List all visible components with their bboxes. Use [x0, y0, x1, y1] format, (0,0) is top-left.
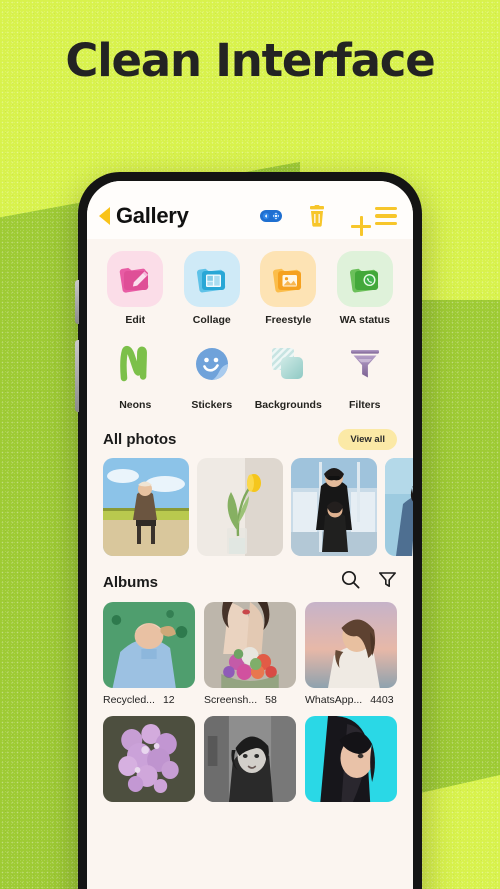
- back-triangle-icon[interactable]: [99, 207, 110, 225]
- album-thumbnail: [305, 602, 397, 688]
- trash-icon[interactable]: [307, 205, 327, 227]
- album-name: WhatsApp...: [305, 694, 363, 706]
- tool-wa-status[interactable]: WA status: [327, 251, 404, 326]
- photo-thumb[interactable]: [103, 458, 189, 556]
- album-thumbnail: [103, 602, 195, 688]
- whatsapp-folder-icon: [336, 251, 393, 307]
- albums-header: Albums: [87, 556, 413, 602]
- view-all-button[interactable]: View all: [338, 429, 397, 450]
- tool-neons[interactable]: Neons: [97, 336, 174, 411]
- album-item[interactable]: [103, 716, 195, 808]
- album-item[interactable]: [204, 716, 296, 808]
- album-meta: [305, 802, 397, 808]
- tool-label: Filters: [348, 399, 381, 411]
- album-item[interactable]: [305, 716, 397, 808]
- section-title: All photos: [103, 431, 177, 448]
- filter-icon[interactable]: [378, 570, 397, 594]
- tools-grid: Edit Collage Freestyle WA status Neons S…: [87, 239, 413, 415]
- albums-grid: Recycled... 12 Screensh... 58 WhatsApp..…: [87, 602, 413, 818]
- app-scroll-body[interactable]: Edit Collage Freestyle WA status Neons S…: [87, 239, 413, 889]
- album-meta: WhatsApp... 4403: [305, 688, 397, 706]
- header-actions: [259, 205, 397, 227]
- tool-backgrounds[interactable]: Backgrounds: [250, 336, 327, 411]
- edit-folder-icon: [107, 251, 164, 307]
- phone-mockup: Gallery Edit Collage Freestyle WA status…: [75, 172, 422, 889]
- app-header: Gallery: [87, 181, 413, 239]
- album-meta: Recycled... 12: [103, 688, 195, 706]
- tool-label: Stickers: [191, 399, 233, 411]
- album-item[interactable]: Recycled... 12: [103, 602, 195, 706]
- album-meta: Screensh... 58: [204, 688, 296, 706]
- album-thumbnail: [103, 716, 195, 802]
- photo-thumb[interactable]: [385, 458, 413, 556]
- tool-label: Edit: [125, 314, 146, 326]
- poster-headline: Clean Interface: [65, 34, 435, 87]
- hamburger-menu-icon[interactable]: [375, 206, 397, 226]
- tool-label: Collage: [192, 314, 231, 326]
- album-meta: [204, 802, 296, 808]
- tool-label: Backgrounds: [254, 399, 322, 411]
- tool-freestyle[interactable]: Freestyle: [250, 251, 327, 326]
- all-photos-strip[interactable]: [87, 458, 413, 556]
- tool-label: Neons: [119, 399, 152, 411]
- album-meta: [103, 802, 195, 808]
- sticker-smiley-icon: [184, 336, 240, 392]
- albums-header-tools: [341, 570, 397, 594]
- photo-thumb[interactable]: [291, 458, 377, 556]
- album-item[interactable]: Screensh... 58: [204, 602, 296, 706]
- poster: Clean Interface Gallery Edit Collage Fre…: [0, 0, 500, 889]
- album-thumbnail: [204, 716, 296, 802]
- photo-thumb[interactable]: [197, 458, 283, 556]
- page-title: Gallery: [116, 203, 189, 228]
- freestyle-folder-icon: [260, 251, 317, 307]
- tool-filters[interactable]: Filters: [327, 336, 404, 411]
- search-icon[interactable]: [341, 570, 360, 594]
- album-count: 12: [162, 694, 175, 706]
- album-item[interactable]: WhatsApp... 4403: [305, 602, 397, 706]
- album-name: Screensh...: [204, 694, 258, 706]
- all-photos-header: All photos View all: [87, 415, 413, 458]
- album-count: 58: [265, 694, 277, 706]
- album-thumbnail: [204, 602, 296, 688]
- neon-letter-icon: [107, 336, 163, 392]
- tool-stickers[interactable]: Stickers: [174, 336, 251, 411]
- tool-label: WA status: [339, 314, 390, 326]
- album-thumbnail: [305, 716, 397, 802]
- phone-screen: Gallery Edit Collage Freestyle WA status…: [87, 181, 413, 889]
- tool-edit[interactable]: Edit: [97, 251, 174, 326]
- section-title: Albums: [103, 573, 159, 591]
- album-name: Recycled...: [103, 694, 155, 706]
- collage-folder-icon: [183, 251, 240, 307]
- album-count: 4403: [370, 694, 394, 706]
- gamepad-icon[interactable]: [259, 207, 283, 225]
- backgrounds-square-icon: [260, 336, 316, 392]
- tool-collage[interactable]: Collage: [174, 251, 251, 326]
- tool-label: Freestyle: [265, 314, 312, 326]
- filter-funnel-icon: [337, 336, 393, 392]
